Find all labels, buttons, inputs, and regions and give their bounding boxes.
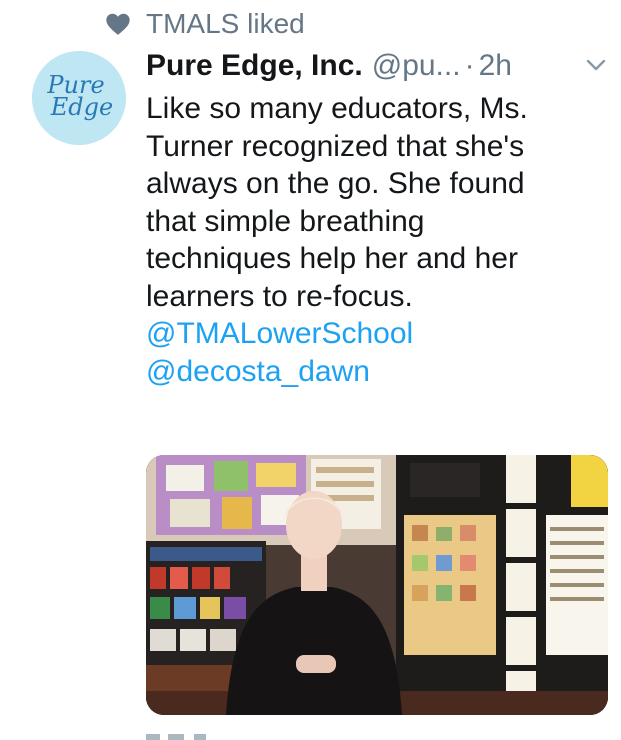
video-thumbnail[interactable] xyxy=(146,455,608,715)
tweet-text-line: techniques help her and her xyxy=(146,242,518,275)
social-context: TMALS liked xyxy=(104,6,305,42)
classroom-video-frame xyxy=(146,455,608,715)
tweet-text-line: always on the go. She found xyxy=(146,167,525,200)
separator-dot: · xyxy=(464,49,475,82)
social-context-label: TMALS liked xyxy=(146,8,305,39)
heart-icon xyxy=(106,13,130,35)
avatar-logo-line2: Edge xyxy=(50,93,113,121)
user-handle[interactable]: @pu... xyxy=(372,49,461,83)
tweet-text-line: that simple breathing xyxy=(146,204,425,238)
chevron-down-icon[interactable] xyxy=(585,56,607,74)
avatar[interactable]: Pure Edge xyxy=(32,51,126,145)
tweet-text-line: Turner recognized that she's xyxy=(146,129,525,163)
timestamp[interactable]: 2h xyxy=(479,49,512,83)
tweet-text-line: learners to re-focus. xyxy=(146,279,413,313)
tweet-text-line: Like so many educators, Ms. xyxy=(146,92,528,125)
mention-link-tmalowerschool[interactable]: @TMALowerSchool xyxy=(146,315,616,353)
pure-edge-logo: Pure Edge xyxy=(32,51,126,145)
tweet-actions-partial xyxy=(146,734,206,740)
display-name[interactable]: Pure Edge, Inc. xyxy=(146,49,363,83)
tweet-header: Pure Edge, Inc. @pu... · 2h xyxy=(146,44,512,88)
mention-link-decosta-dawn[interactable]: @decosta_dawn xyxy=(146,353,616,391)
tweet-text: Like so many educators, Ms. Turner recog… xyxy=(146,90,616,390)
